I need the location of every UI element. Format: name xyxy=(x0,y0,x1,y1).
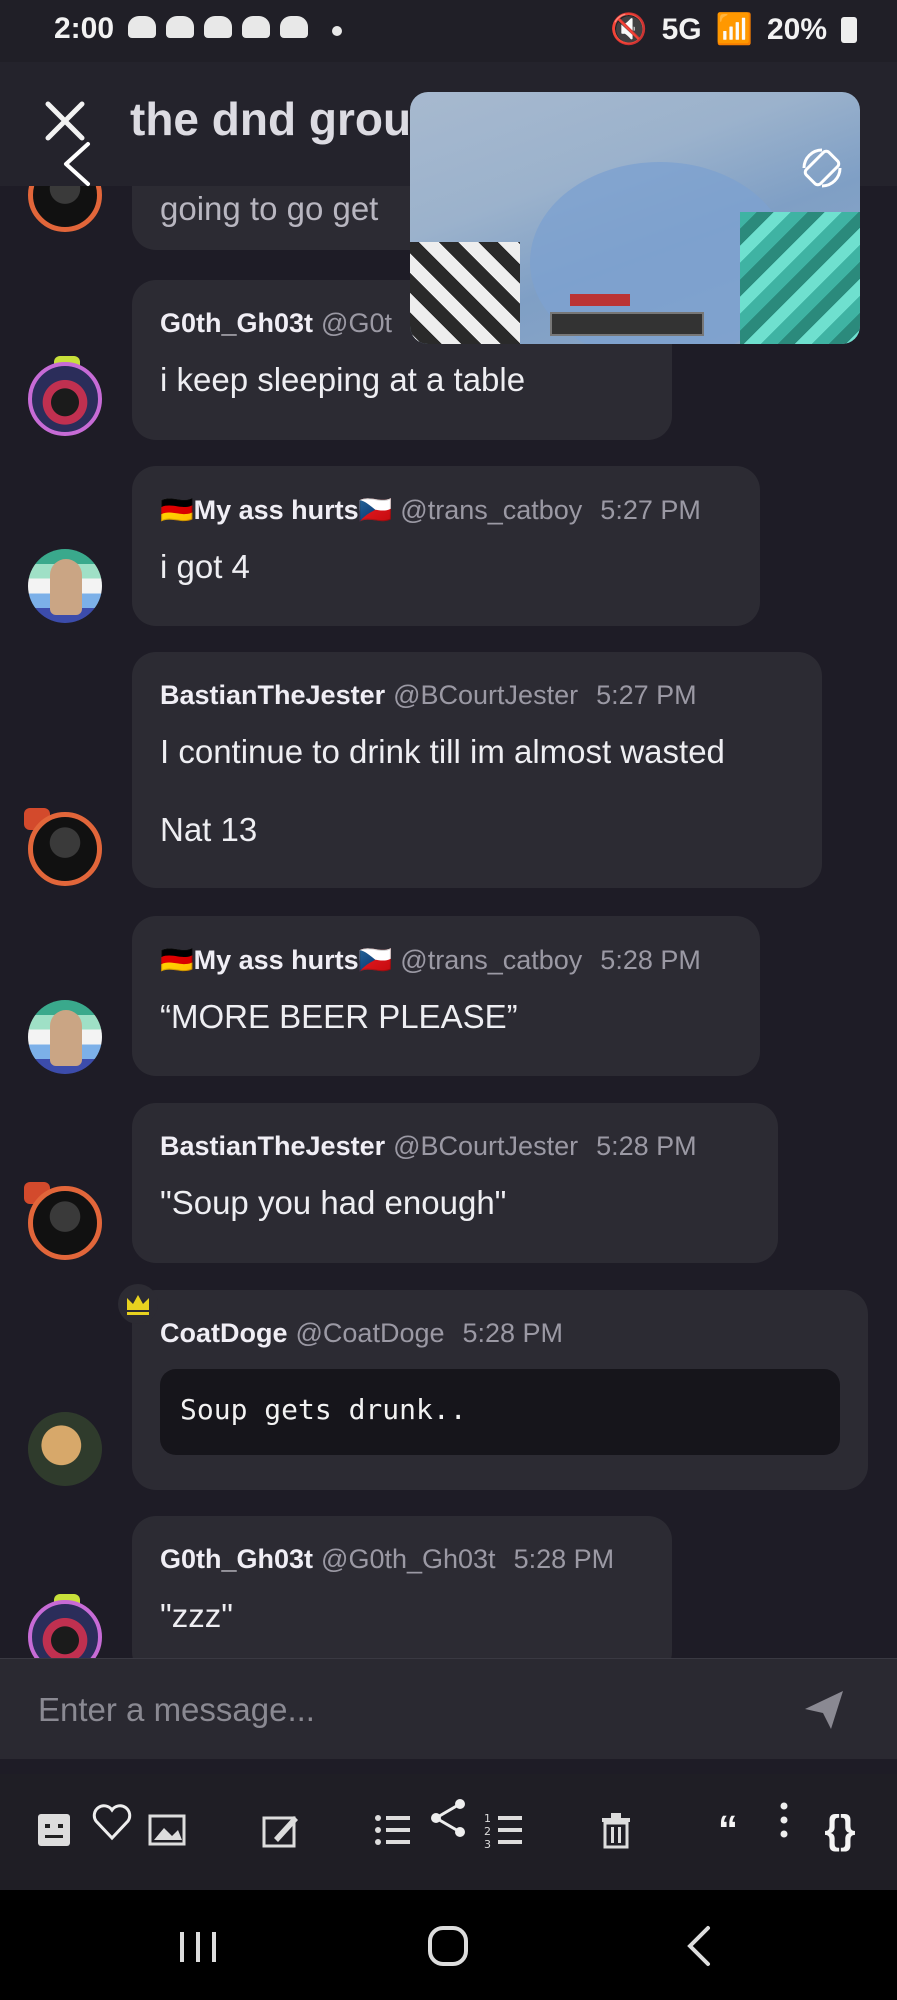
svg-text:3: 3 xyxy=(484,1838,491,1851)
chat-title: the dnd group xyxy=(130,93,440,145)
video-hotbar xyxy=(550,312,704,336)
battery-percent: 20% xyxy=(766,12,827,46)
author-name[interactable]: G0th_Gh03t xyxy=(160,1544,313,1574)
message-meta: 🇩🇪My ass hurts🇨🇿 @trans_catboy 5:27 PM xyxy=(160,494,732,526)
message-text: I continue to drink till im almost waste… xyxy=(160,733,725,770)
avatar[interactable] xyxy=(28,1186,102,1260)
author-name[interactable]: 🇩🇪My ass hurts🇨🇿 xyxy=(160,495,392,525)
message-bubble[interactable]: 🇩🇪My ass hurts🇨🇿 @trans_catboy 5:28 PM “MO… xyxy=(132,916,760,1076)
code-braces-icon[interactable]: {} xyxy=(814,1802,866,1858)
message-time: 5:28 PM xyxy=(596,1131,697,1161)
message-text: "Soup you had enough" xyxy=(160,1184,507,1221)
message-text: “MORE BEER PLEASE” xyxy=(160,998,518,1035)
signal-icon: 📶 xyxy=(715,13,753,46)
author-handle: @BCourtJester xyxy=(393,680,579,710)
code-block: Soup gets drunk.. xyxy=(160,1369,840,1455)
avatar[interactable] xyxy=(28,186,102,232)
formatting-toolbar: 123 “ {} xyxy=(0,1774,897,1890)
message-meta: 🇩🇪My ass hurts🇨🇿 @trans_catboy 5:28 PM xyxy=(160,944,732,976)
discord-notification-icon xyxy=(242,16,270,38)
message-time: 5:28 PM xyxy=(462,1318,564,1348)
message-bubble[interactable]: G0th_Gh03t @G0th_Gh03t 5:28 PM "zzz" xyxy=(132,1516,672,1658)
author-name[interactable]: BastianTheJester xyxy=(160,680,385,710)
home-icon[interactable] xyxy=(418,1924,478,1968)
discord-notification-icon xyxy=(128,16,156,38)
sticker-icon[interactable] xyxy=(28,1802,80,1858)
author-handle: @trans_catboy xyxy=(400,495,583,525)
author-handle: @G0t xyxy=(321,308,392,338)
message-time: 5:27 PM xyxy=(600,495,701,525)
video-pickaxe xyxy=(740,212,860,344)
status-bar: 2:00 🔇 5G 📶 20% xyxy=(0,0,897,62)
image-icon[interactable] xyxy=(142,1802,194,1858)
author-name[interactable]: 🇩🇪My ass hurts🇨🇿 xyxy=(160,945,392,975)
avatar[interactable] xyxy=(28,549,102,623)
send-icon[interactable] xyxy=(801,1687,847,1733)
bullet-list-icon[interactable] xyxy=(366,1802,418,1858)
message-input[interactable] xyxy=(36,1681,780,1739)
close-icon[interactable] xyxy=(40,96,90,146)
svg-text:1: 1 xyxy=(484,1812,491,1825)
heart-icon[interactable] xyxy=(86,1794,138,1850)
message-composer xyxy=(0,1658,897,1759)
message-time: 5:28 PM xyxy=(513,1544,615,1574)
avatar[interactable] xyxy=(28,812,102,886)
message-text: Nat 13 xyxy=(160,811,258,848)
numbered-list-icon[interactable]: 123 xyxy=(478,1802,530,1858)
notification-icons xyxy=(128,16,308,38)
message-text: i got 4 xyxy=(160,548,250,585)
rotate-icon[interactable] xyxy=(798,144,846,192)
pip-video-overlay[interactable] xyxy=(410,92,860,344)
battery-icon xyxy=(841,16,857,43)
mute-icon: 🔇 xyxy=(610,13,648,46)
author-handle: @BCourtJester xyxy=(393,1131,579,1161)
network-type: 5G xyxy=(661,12,702,46)
avatar[interactable] xyxy=(28,1000,102,1074)
quote-icon[interactable]: “ xyxy=(702,1802,754,1858)
more-icon[interactable] xyxy=(758,1792,810,1848)
message-bubble[interactable]: CoatDoge @CoatDoge 5:28 PM Soup gets drunk… xyxy=(132,1290,868,1490)
crown-icon xyxy=(118,1284,158,1324)
status-time: 2:00 xyxy=(54,12,115,45)
author-handle: @trans_catboy xyxy=(400,945,583,975)
avatar[interactable] xyxy=(28,1600,102,1658)
status-right: 🔇 5G 📶 20% xyxy=(610,12,857,47)
edit-icon[interactable] xyxy=(254,1802,306,1858)
author-name[interactable]: G0th_Gh03t xyxy=(160,308,313,338)
message-text: "zzz" xyxy=(160,1597,233,1634)
system-nav-bar xyxy=(0,1890,897,2000)
author-handle: @CoatDoge xyxy=(295,1318,445,1348)
author-handle: @G0th_Gh03t xyxy=(321,1544,496,1574)
recent-apps-icon[interactable] xyxy=(168,1924,228,1968)
message-bubble[interactable]: 🇩🇪My ass hurts🇨🇿 @trans_catboy 5:27 PM i g… xyxy=(132,466,760,626)
trash-icon[interactable] xyxy=(590,1802,642,1858)
share-icon[interactable] xyxy=(422,1790,474,1846)
back-icon[interactable] xyxy=(58,140,98,188)
discord-notification-icon xyxy=(280,16,308,38)
author-name[interactable]: BastianTheJester xyxy=(160,1131,385,1161)
message-text: i keep sleeping at a table xyxy=(160,361,526,398)
message-bubble[interactable]: BastianTheJester @BCourtJester 5:27 PM I c… xyxy=(132,652,822,888)
avatar[interactable] xyxy=(28,1412,102,1486)
message-list[interactable]: going to go get G0th_Gh03t @G0t i keep sl… xyxy=(0,186,897,1658)
author-name[interactable]: CoatDoge xyxy=(160,1318,288,1348)
message-meta: G0th_Gh03t @G0th_Gh03t 5:28 PM xyxy=(160,1544,644,1575)
nav-back-icon[interactable] xyxy=(670,1924,730,1968)
message-meta: BastianTheJester @BCourtJester 5:27 PM xyxy=(160,680,794,711)
avatar[interactable] xyxy=(28,362,102,436)
message-meta: BastianTheJester @BCourtJester 5:28 PM xyxy=(160,1131,750,1162)
message-meta: CoatDoge @CoatDoge 5:28 PM xyxy=(160,1318,840,1349)
discord-notification-icon xyxy=(204,16,232,38)
discord-notification-icon xyxy=(166,16,194,38)
message-time: 5:28 PM xyxy=(600,945,701,975)
more-notifications-dot xyxy=(332,26,342,36)
message-time: 5:27 PM xyxy=(596,680,697,710)
video-health-bar xyxy=(570,294,630,306)
video-block xyxy=(410,242,520,344)
message-bubble[interactable]: BastianTheJester @BCourtJester 5:28 PM "So… xyxy=(132,1103,778,1263)
svg-text:2: 2 xyxy=(484,1825,491,1838)
